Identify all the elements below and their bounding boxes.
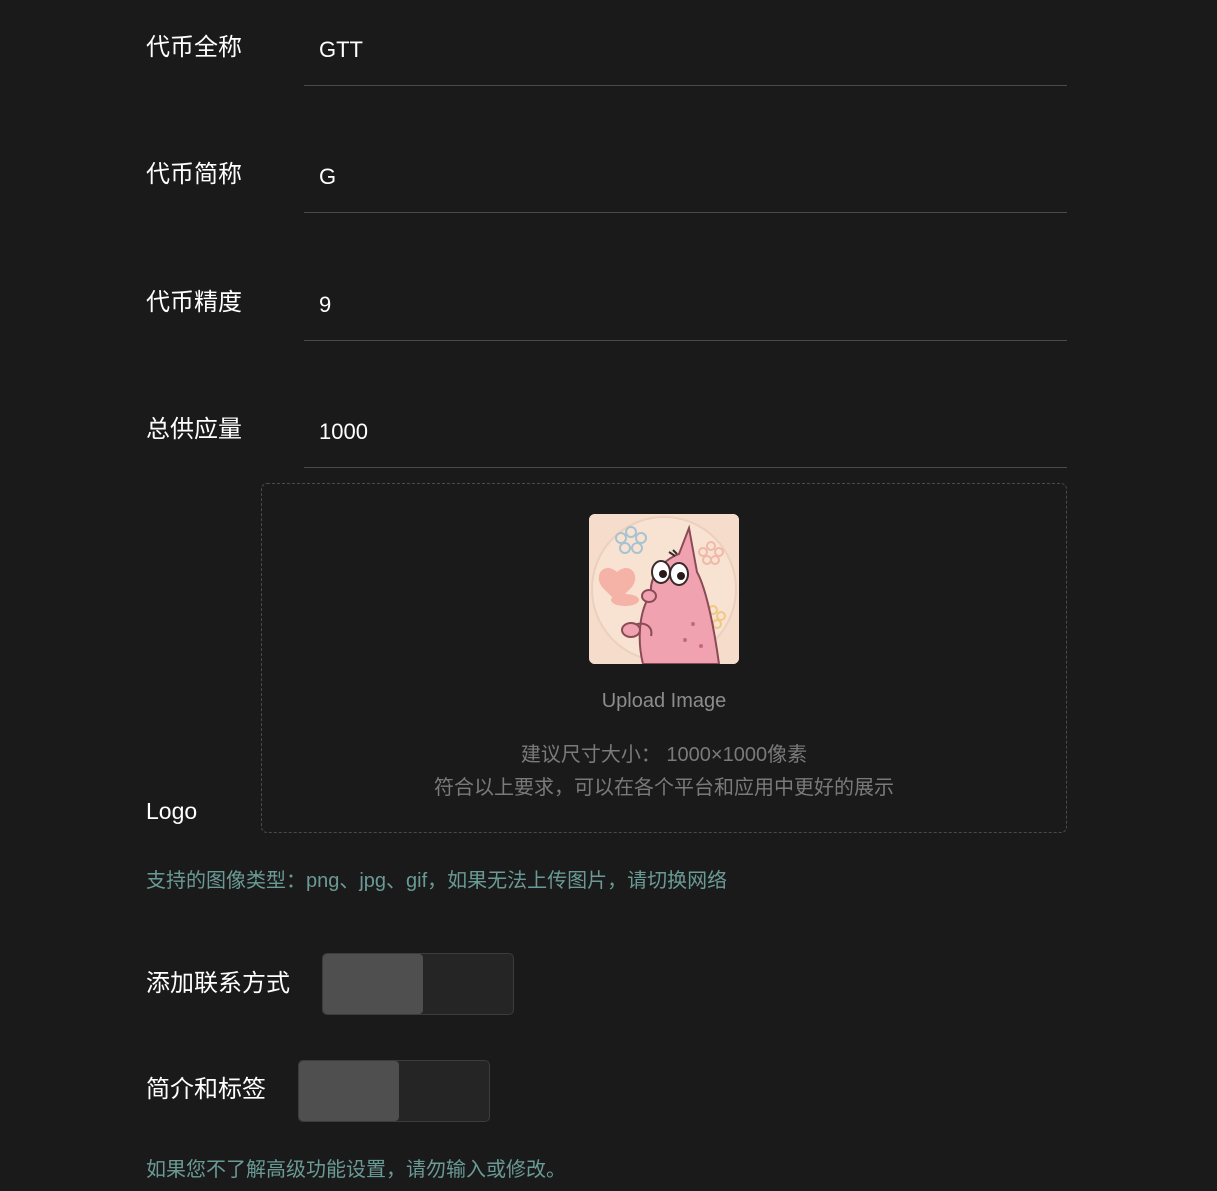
toggle-knob	[299, 1061, 399, 1121]
add-contact-toggle[interactable]	[322, 953, 514, 1015]
logo-size-hint: 建议尺寸大小： 1000×1000像素	[520, 744, 808, 766]
add-contact-label: 添加联系方式	[146, 970, 290, 997]
intro-tags-label: 简介和标签	[146, 1076, 266, 1103]
image-type-note: 支持的图像类型：png、jpg、gif，如果无法上传图片，请切换网络	[146, 870, 728, 892]
upload-image-label[interactable]: Upload Image	[262, 690, 1066, 713]
precision-input[interactable]	[304, 269, 1067, 341]
precision-label: 代币精度	[146, 289, 242, 316]
total-supply-input[interactable]	[304, 396, 1067, 468]
logo-preview-image[interactable]	[589, 514, 739, 664]
logo-display-hint: 符合以上要求，可以在各个平台和应用中更好的展示	[434, 777, 894, 799]
token-form: 代币全称 代币简称 代币精度 总供应量 Logo	[0, 0, 1217, 1191]
logo-label: Logo	[146, 798, 198, 824]
advanced-settings-note: 如果您不了解高级功能设置，请勿输入或修改。	[146, 1159, 566, 1181]
full-name-input[interactable]	[304, 14, 1067, 86]
total-supply-label: 总供应量	[146, 416, 242, 443]
toggle-knob	[323, 954, 423, 1014]
short-name-label: 代币简称	[146, 161, 242, 188]
logo-upload-dropzone[interactable]: Upload Image 建议尺寸大小： 1000×1000像素 符合以上要求，…	[261, 483, 1067, 833]
short-name-input[interactable]	[304, 141, 1067, 213]
intro-tags-toggle[interactable]	[298, 1060, 490, 1122]
full-name-label: 代币全称	[146, 34, 242, 61]
patrick-star-avatar-icon	[589, 514, 739, 664]
